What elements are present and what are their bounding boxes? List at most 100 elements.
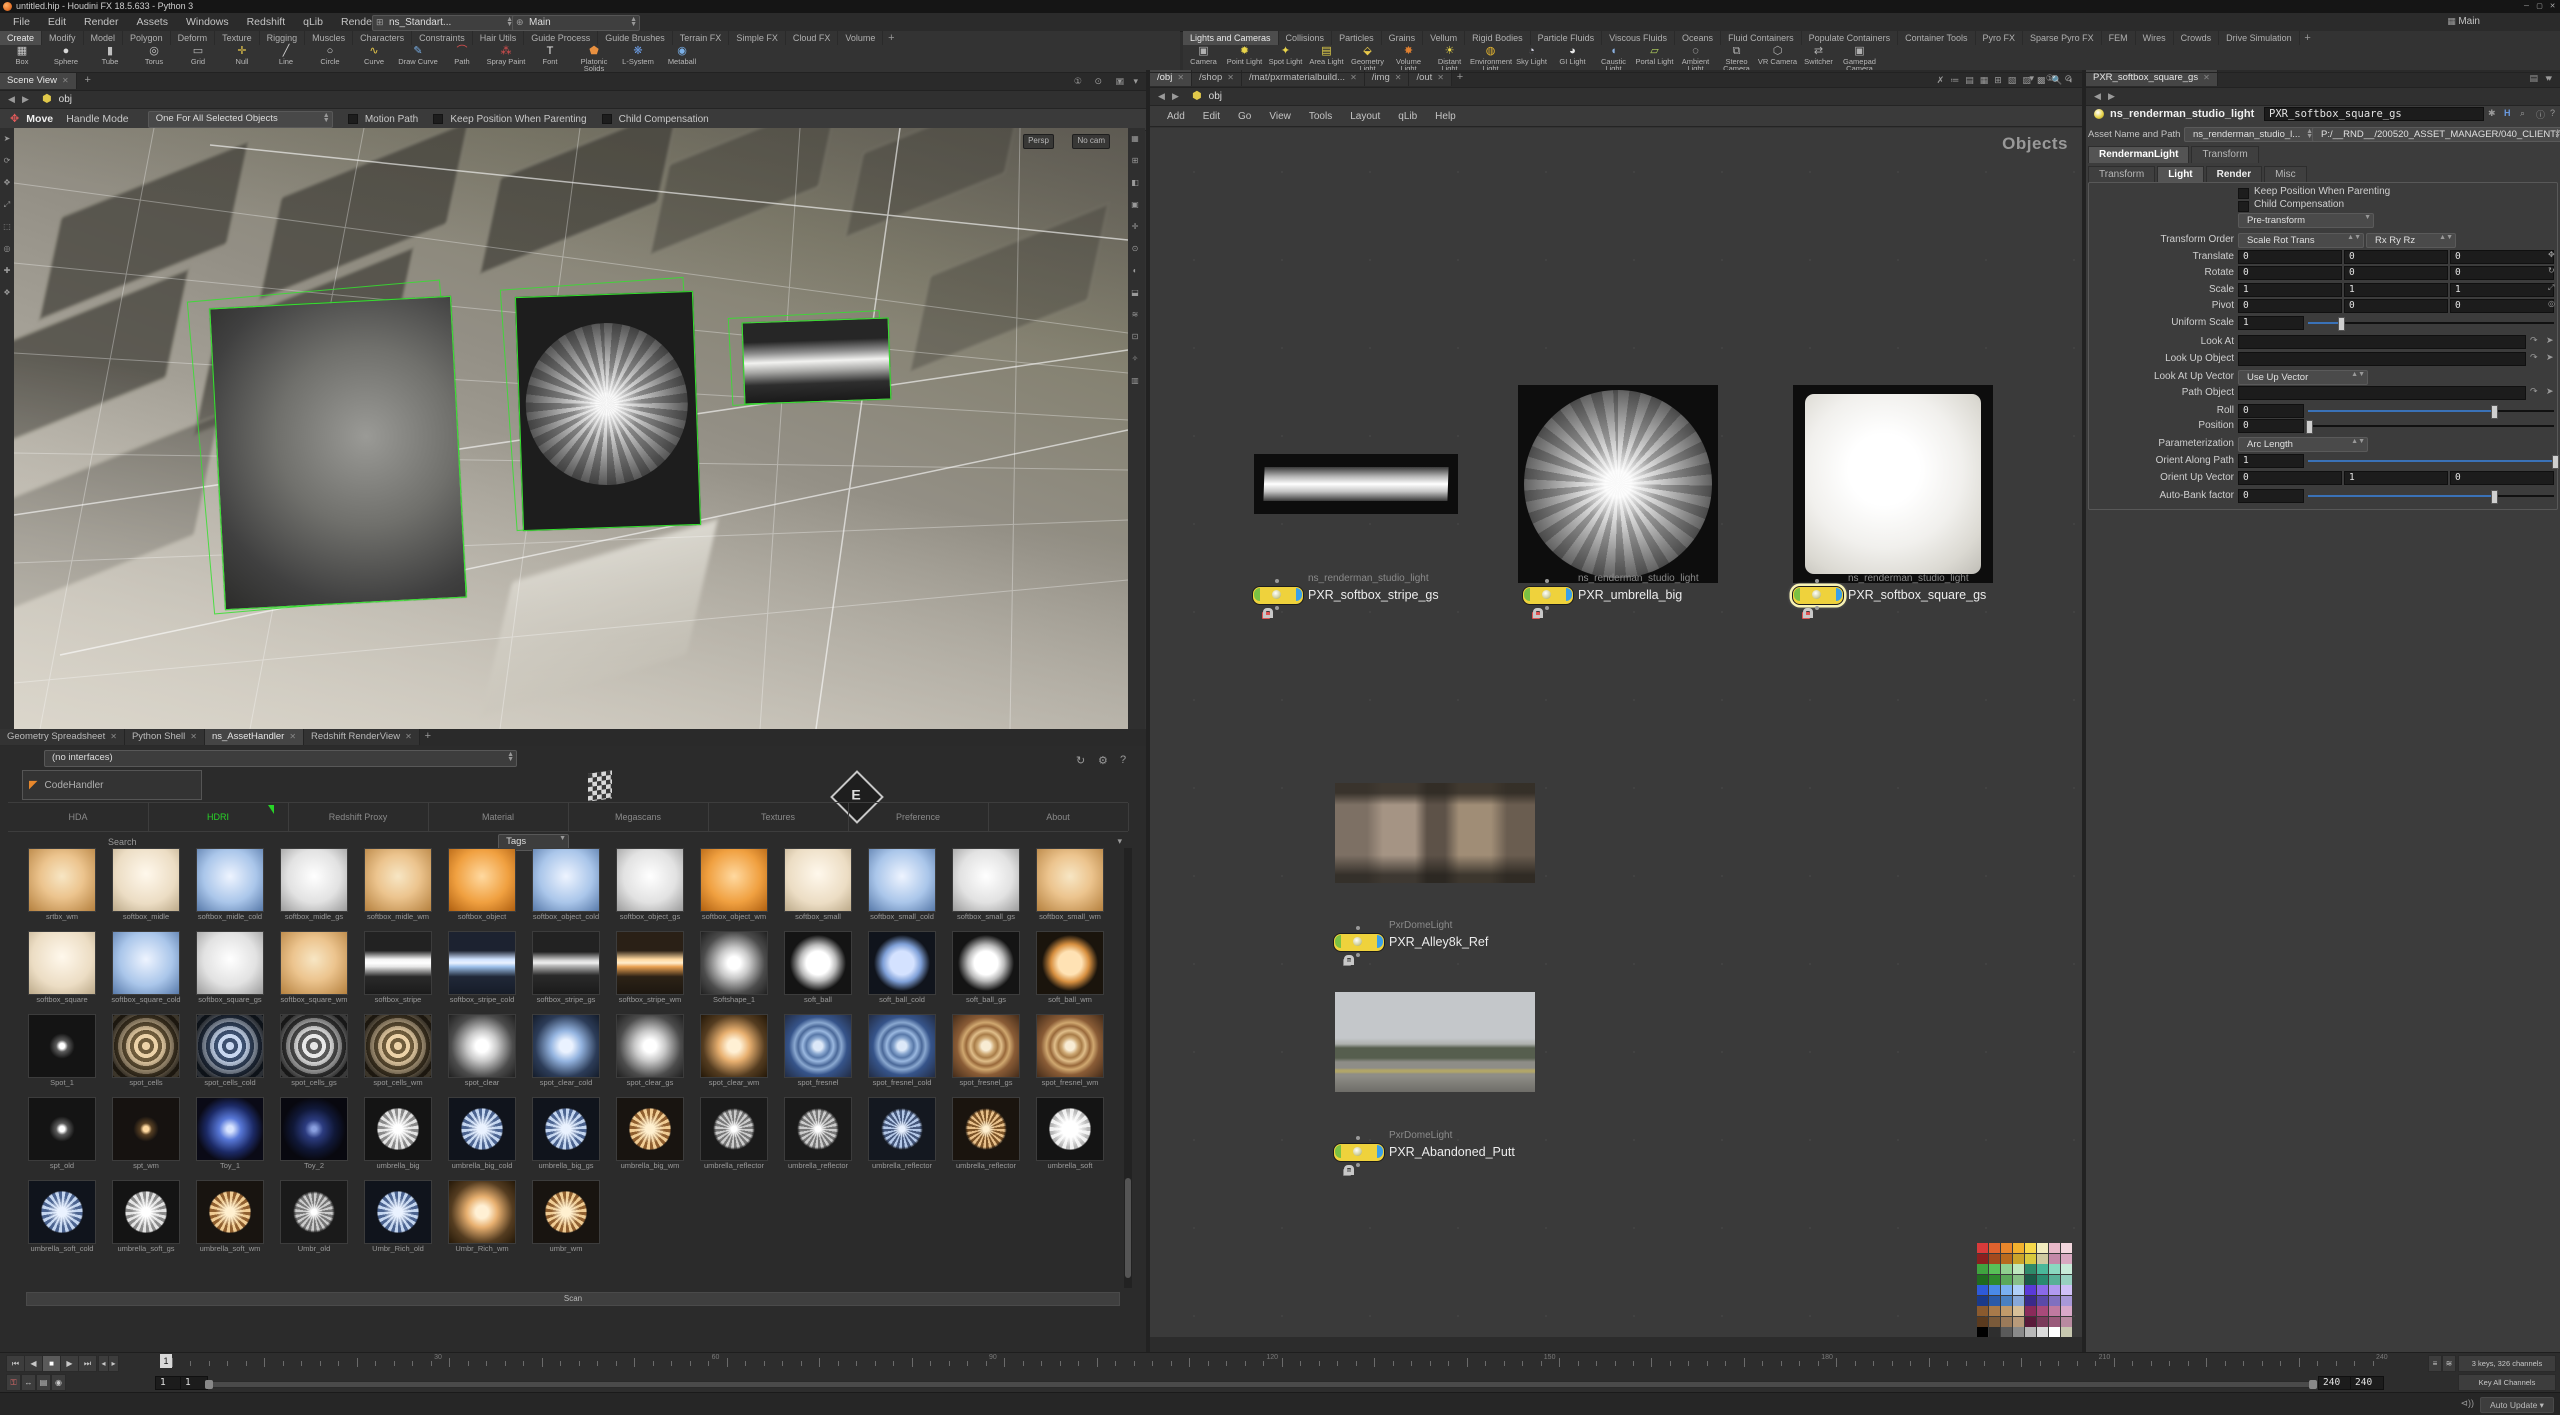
palette-swatch[interactable]	[1989, 1306, 2000, 1316]
scene-path[interactable]: obj	[59, 94, 72, 105]
viewport[interactable]: Persp No cam	[14, 128, 1128, 729]
gallery-item[interactable]: spot_cells_cold	[196, 1014, 266, 1090]
palette-swatch[interactable]	[2013, 1254, 2024, 1264]
node-name-label[interactable]: PXR_softbox_square_gs	[1848, 588, 1986, 602]
slider-handle[interactable]	[2338, 317, 2345, 331]
op-select-icon[interactable]: ➤	[2546, 352, 2554, 363]
gallery-thumbnail[interactable]	[700, 931, 768, 995]
shelf-tool-l-system[interactable]: ❋L-System	[616, 45, 660, 65]
gallery-thumbnail[interactable]	[448, 848, 516, 912]
gallery-thumbnail[interactable]	[280, 1014, 348, 1078]
gallery-item[interactable]: srtbx_wm	[28, 848, 98, 924]
shelf-tab-container-tools[interactable]: Container Tools	[1898, 31, 1975, 45]
gallery-item[interactable]: softbox_object	[448, 848, 518, 924]
node-name-field[interactable]: PXR_softbox_square_gs	[2264, 107, 2484, 121]
search-icon[interactable]: ⌕	[2520, 108, 2525, 119]
palette-swatch[interactable]	[1977, 1306, 1988, 1316]
gallery-item[interactable]: umbrella_soft_wm	[196, 1180, 266, 1256]
close-icon[interactable]: ✕	[2547, 2, 2558, 11]
gallery-item[interactable]: Softshape_1	[700, 931, 770, 1007]
scrollbar-thumb[interactable]	[1125, 1178, 1131, 1278]
shelf-tool-ambient-light[interactable]: ◌Ambient Light	[1675, 45, 1716, 72]
gallery-item[interactable]: spot_clear_cold	[532, 1014, 602, 1090]
add-shelf-tab-button[interactable]: +	[2300, 32, 2316, 44]
shelf-tool-switcher[interactable]: ⇄Switcher	[1798, 45, 1839, 65]
shelf-tool-volume-light[interactable]: ✸Volume Light	[1388, 45, 1429, 72]
viewport-display-icon-3[interactable]: ▣	[1128, 194, 1142, 216]
op-select-icon[interactable]: ➤	[2546, 386, 2554, 397]
gallery-thumbnail[interactable]	[616, 1097, 684, 1161]
gallery-item[interactable]: softbox_object_wm	[700, 848, 770, 924]
gallery-item[interactable]: softbox_small_wm	[1036, 848, 1106, 924]
close-tab-icon[interactable]: ✕	[62, 76, 69, 85]
menu-render[interactable]: Render	[75, 13, 127, 31]
shelf-tool-line[interactable]: ╱Line	[264, 45, 308, 65]
pretransform-combo[interactable]: Pre-transform▼	[2238, 213, 2374, 228]
new-tab-button[interactable]: +	[420, 730, 436, 742]
handle-scope-combo[interactable]: One For All Selected Objects▲▼	[148, 111, 333, 128]
range-slider[interactable]	[210, 1381, 2312, 1388]
stop-button[interactable]: ■	[42, 1355, 61, 1372]
splitter-network-param[interactable]	[2082, 70, 2086, 1352]
node-output-connector[interactable]	[1275, 606, 1279, 610]
jump-start-button[interactable]: ⏮	[6, 1355, 25, 1372]
close-tab-icon[interactable]: ✕	[1350, 73, 1357, 82]
gallery-item[interactable]: umbrella_soft_cold	[28, 1180, 98, 1256]
shelf-tab-particle-fluids[interactable]: Particle Fluids	[1531, 31, 1603, 45]
shelf-tool-null[interactable]: ✛Null	[220, 45, 264, 65]
slider-handle[interactable]	[2552, 455, 2559, 469]
network-toolbar-icon-3[interactable]: ▦	[1980, 75, 1989, 85]
shelf-tab-cloud-fx[interactable]: Cloud FX	[786, 31, 839, 45]
param-oppath-field[interactable]	[2238, 352, 2526, 366]
node-name-label[interactable]: PXR_Alley8k_Ref	[1389, 935, 1488, 949]
param-field[interactable]: 0	[2344, 266, 2448, 280]
palette-swatch[interactable]	[2037, 1264, 2048, 1274]
palette-swatch[interactable]	[1989, 1264, 2000, 1274]
close-tab-icon[interactable]: ✕	[1227, 73, 1234, 82]
node-input-flag[interactable]	[1794, 588, 1800, 601]
node-PXR_softbox_square_gs[interactable]	[1792, 586, 1844, 605]
gallery-thumbnail[interactable]	[112, 1180, 180, 1244]
gallery-thumbnail[interactable]	[196, 931, 264, 995]
network-menu-view[interactable]: View	[1260, 108, 1300, 126]
back-icon[interactable]: ◀	[2094, 91, 2101, 101]
pin-count-icon[interactable]: ①	[1074, 73, 1082, 90]
node-output-flag[interactable]	[1566, 588, 1572, 601]
gallery-thumbnail[interactable]	[700, 848, 768, 912]
node-input-connector[interactable]	[1356, 1136, 1360, 1140]
viewport-display-icon-7[interactable]: ⬓	[1128, 282, 1142, 304]
viewport-display-icon-8[interactable]: ≋	[1128, 304, 1142, 326]
param-field[interactable]: 1	[2238, 316, 2304, 330]
shelf-tab-muscles[interactable]: Muscles	[305, 31, 353, 45]
softbox-right[interactable]	[742, 317, 892, 404]
palette-swatch[interactable]	[1977, 1243, 1988, 1253]
gallery-item[interactable]: spt_old	[28, 1097, 98, 1173]
param-field[interactable]: 1	[2450, 283, 2554, 297]
menu-file[interactable]: File	[4, 13, 39, 31]
gallery-thumbnail[interactable]	[28, 848, 96, 912]
shelf-tab-modify[interactable]: Modify	[42, 31, 84, 45]
playhead[interactable]: 1	[160, 1354, 172, 1368]
network-menu-qlib[interactable]: qLib	[1389, 108, 1426, 126]
desktop-combo[interactable]: ⊞ ns_Standart...▲▼	[372, 15, 516, 31]
op-select-icon[interactable]: ➤	[2546, 335, 2554, 346]
shelf-tool-sky-light[interactable]: ◔Sky Light	[1511, 45, 1552, 65]
palette-swatch[interactable]	[2049, 1306, 2060, 1316]
palette-swatch[interactable]	[1977, 1275, 1988, 1285]
new-tab-button[interactable]: +	[80, 74, 96, 86]
asset-path-combo[interactable]: P:/__RND__/200520_ASSET_MANAGER/040_CLIE…	[2312, 127, 2560, 142]
node-PXR_umbrella_big[interactable]	[1522, 586, 1574, 605]
back-icon[interactable]: ◀	[8, 94, 15, 104]
gallery-thumbnail[interactable]	[280, 931, 348, 995]
close-tab-icon[interactable]: ✕	[405, 732, 412, 741]
network-toolbar-icon-5[interactable]: ▧	[2008, 75, 2017, 85]
tab-redshift-renderview[interactable]: Redshift RenderView✕	[304, 729, 420, 745]
slider-handle[interactable]	[2306, 420, 2313, 434]
palette-swatch[interactable]	[2037, 1254, 2048, 1264]
param-field[interactable]: 0	[2238, 419, 2304, 433]
gallery-thumbnail[interactable]	[448, 931, 516, 995]
shelf-tab-oceans[interactable]: Oceans	[1675, 31, 1721, 45]
shelf-tab-guide-process[interactable]: Guide Process	[524, 31, 598, 45]
shelf-tool-environment-light[interactable]: ◍Environment Light	[1470, 45, 1511, 72]
palette-swatch[interactable]	[1977, 1264, 1988, 1274]
